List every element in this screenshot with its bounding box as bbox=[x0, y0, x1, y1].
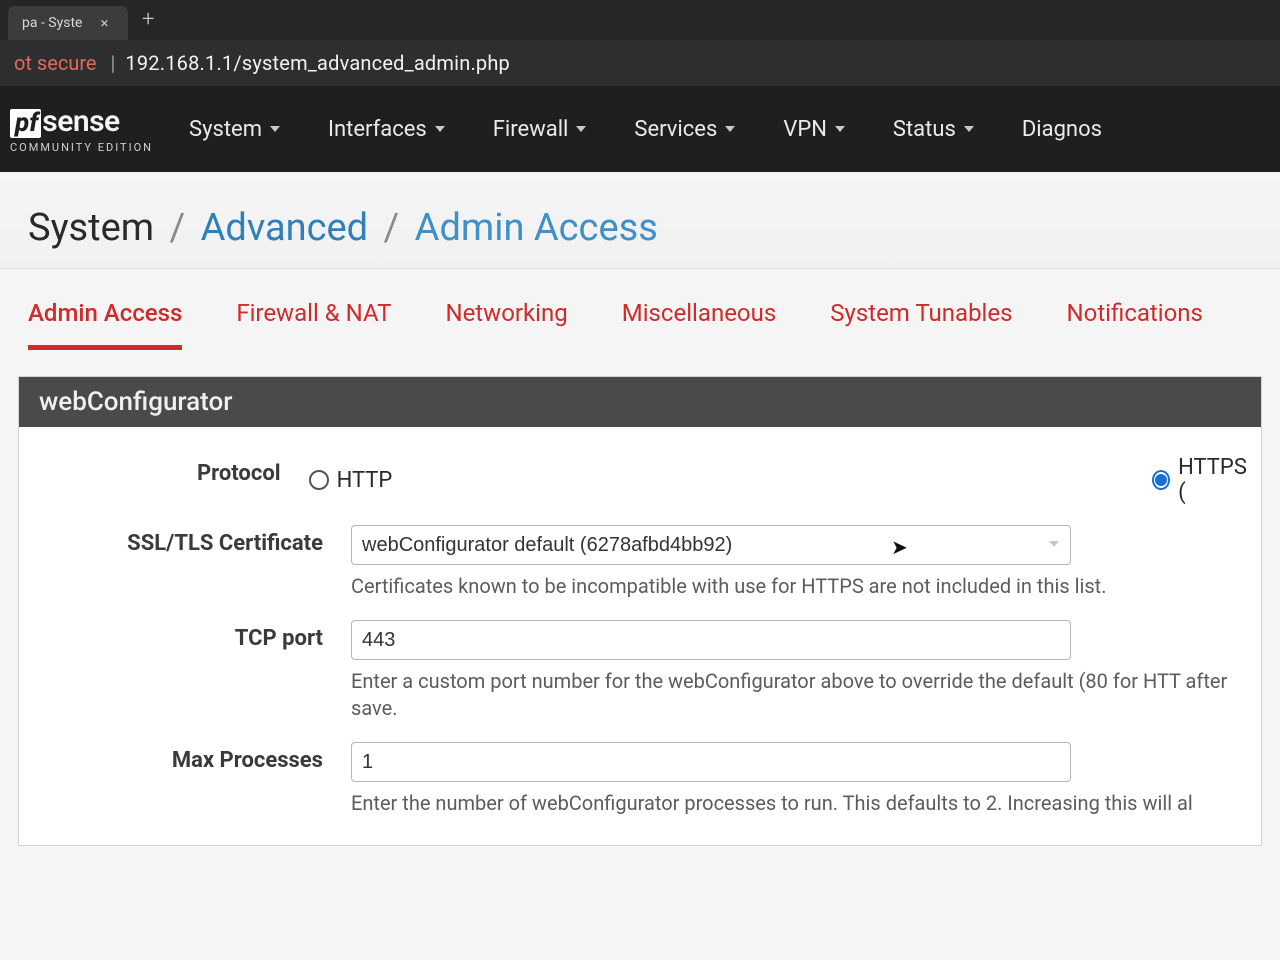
browser-tab-strip: pa - Syste × + bbox=[0, 0, 1280, 40]
brand-prefix: pf bbox=[10, 109, 41, 138]
nav-items: System Interfaces Firewall Services VPN … bbox=[189, 117, 1102, 142]
row-tcp-port: TCP port Enter a custom port number for … bbox=[31, 610, 1249, 732]
nav-item-status[interactable]: Status bbox=[893, 117, 974, 142]
panel-body: Protocol HTTP HTTPS ( SSL/T bbox=[19, 427, 1261, 845]
tab-notifications[interactable]: Notifications bbox=[1067, 299, 1203, 350]
chevron-down-icon bbox=[576, 126, 586, 132]
sub-tab-strip: Admin Access Firewall & NAT Networking M… bbox=[0, 269, 1280, 350]
chevron-down-icon bbox=[725, 126, 735, 132]
nav-label: Firewall bbox=[493, 117, 569, 142]
nav-label: Services bbox=[634, 117, 717, 142]
label-ssl-cert: SSL/TLS Certificate bbox=[31, 525, 351, 556]
nav-label: Diagnos bbox=[1022, 117, 1102, 142]
brand-name: sense bbox=[42, 104, 119, 139]
tab-miscellaneous[interactable]: Miscellaneous bbox=[622, 299, 776, 350]
breadcrumb-root[interactable]: System bbox=[28, 206, 154, 250]
tcp-port-input[interactable] bbox=[351, 620, 1071, 660]
ssl-cert-select[interactable]: webConfigurator default (6278afbd4bb92) bbox=[351, 525, 1071, 565]
nav-label: VPN bbox=[783, 117, 827, 142]
radio-https[interactable]: HTTPS ( bbox=[1152, 455, 1249, 505]
breadcrumb: System / Advanced / Admin Access bbox=[0, 172, 1280, 269]
nav-item-services[interactable]: Services bbox=[634, 117, 735, 142]
nav-item-firewall[interactable]: Firewall bbox=[493, 117, 587, 142]
browser-tab[interactable]: pa - Syste × bbox=[8, 6, 128, 40]
nav-item-interfaces[interactable]: Interfaces bbox=[328, 117, 445, 142]
brand-edition: COMMUNITY EDITION bbox=[10, 141, 153, 154]
browser-tab-title: pa - Syste bbox=[22, 15, 82, 31]
panel-title: webConfigurator bbox=[19, 377, 1261, 427]
nav-label: Interfaces bbox=[328, 117, 427, 142]
radio-https-label: HTTPS ( bbox=[1178, 455, 1249, 505]
nav-label: Status bbox=[893, 117, 956, 142]
breadcrumb-sep: / bbox=[384, 206, 400, 250]
not-secure-badge: ot secure bbox=[14, 51, 97, 75]
nav-item-vpn[interactable]: VPN bbox=[783, 117, 845, 142]
max-processes-input[interactable] bbox=[351, 742, 1071, 782]
chevron-down-icon bbox=[964, 126, 974, 132]
tab-system-tunables[interactable]: System Tunables bbox=[830, 299, 1012, 350]
label-max-processes: Max Processes bbox=[31, 742, 351, 773]
protocol-radio-group: HTTP HTTPS ( bbox=[309, 455, 1249, 505]
tab-admin-access[interactable]: Admin Access bbox=[28, 299, 182, 350]
nav-item-diagnostics[interactable]: Diagnos bbox=[1022, 117, 1102, 142]
browser-address-bar[interactable]: ot secure | 192.168.1.1/system_advanced_… bbox=[0, 40, 1280, 86]
chevron-down-icon bbox=[835, 126, 845, 132]
label-tcp-port: TCP port bbox=[31, 620, 351, 651]
new-tab-button[interactable]: + bbox=[142, 9, 154, 31]
max-processes-help: Enter the number of webConfigurator proc… bbox=[351, 790, 1249, 817]
row-protocol: Protocol HTTP HTTPS ( bbox=[31, 445, 1249, 515]
label-protocol: Protocol bbox=[31, 455, 309, 486]
breadcrumb-sep: / bbox=[170, 206, 186, 250]
chevron-down-icon bbox=[270, 126, 280, 132]
tab-networking[interactable]: Networking bbox=[445, 299, 567, 350]
ssl-cert-help: Certificates known to be incompatible wi… bbox=[351, 573, 1249, 600]
radio-http-label: HTTP bbox=[337, 468, 393, 493]
tcp-port-help: Enter a custom port number for the webCo… bbox=[351, 668, 1249, 722]
nav-label: System bbox=[189, 117, 262, 142]
brand-logo[interactable]: pf sense COMMUNITY EDITION bbox=[10, 104, 153, 154]
address-url: 192.168.1.1/system_advanced_admin.php bbox=[125, 51, 510, 75]
tab-firewall-nat[interactable]: Firewall & NAT bbox=[236, 299, 391, 350]
radio-icon bbox=[309, 470, 329, 490]
radio-icon bbox=[1152, 470, 1170, 490]
page-content: System / Advanced / Admin Access Admin A… bbox=[0, 172, 1280, 960]
address-separator: | bbox=[111, 51, 116, 75]
radio-http[interactable]: HTTP bbox=[309, 468, 393, 493]
panel-webconfigurator: webConfigurator Protocol HTTP HTTPS ( bbox=[18, 376, 1262, 846]
row-ssl-cert: SSL/TLS Certificate webConfigurator defa… bbox=[31, 515, 1249, 610]
nav-item-system[interactable]: System bbox=[189, 117, 280, 142]
breadcrumb-current: Admin Access bbox=[415, 206, 658, 250]
breadcrumb-advanced[interactable]: Advanced bbox=[201, 206, 368, 250]
close-icon[interactable]: × bbox=[100, 14, 108, 32]
chevron-down-icon bbox=[435, 126, 445, 132]
top-nav: pf sense COMMUNITY EDITION System Interf… bbox=[0, 86, 1280, 172]
row-max-processes: Max Processes Enter the number of webCon… bbox=[31, 732, 1249, 827]
